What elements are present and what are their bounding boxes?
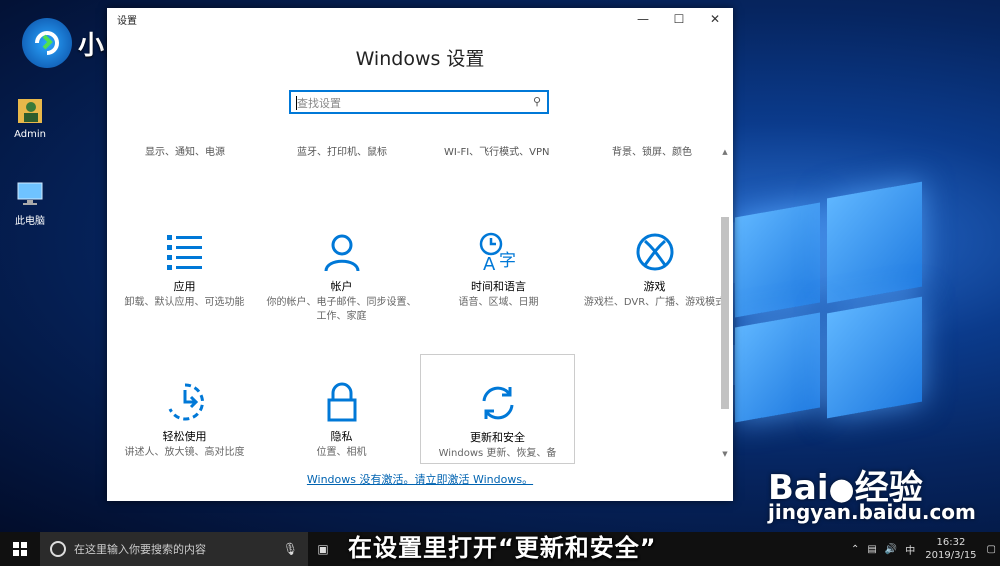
search-icon: ⚲ bbox=[532, 95, 541, 108]
tile-name: 时间和语言 bbox=[471, 280, 526, 293]
page-title: Windows 设置 bbox=[355, 48, 485, 70]
microphone-icon[interactable]: 🎙 bbox=[283, 542, 298, 556]
account-person-icon bbox=[264, 230, 419, 274]
tile-gaming[interactable]: 游戏 游戏栏、DVR、广播、游戏模式 bbox=[577, 230, 732, 310]
task-view-button[interactable]: ▣ bbox=[308, 542, 338, 556]
tile-desc: 语音、区域、日期 bbox=[458, 297, 539, 308]
windows-start-icon bbox=[13, 542, 27, 556]
desktop-icon-label: Admin bbox=[14, 129, 46, 140]
cut-off-desc: 蓝牙、打印机、鼠标 bbox=[297, 147, 387, 156]
cut-off-desc: 背景、锁屏、颜色 bbox=[612, 147, 692, 156]
tile-name: 帐户 bbox=[330, 280, 353, 293]
activate-windows-link[interactable]: Windows 没有激活。请立即激活 Windows。 bbox=[107, 471, 733, 487]
update-sync-icon bbox=[421, 381, 574, 425]
privacy-lock-icon bbox=[264, 380, 419, 424]
cut-off-desc: 显示、通知、电源 bbox=[145, 147, 225, 156]
ime-indicator[interactable]: 中 bbox=[905, 542, 915, 557]
subtitle-caption: 在设置里打开“更新和安全” bbox=[348, 534, 657, 562]
window-title: 设置 bbox=[117, 15, 137, 27]
desktop-icon-this-pc[interactable]: 此电脑 bbox=[5, 178, 55, 227]
close-icon: ✕ bbox=[709, 12, 721, 26]
title-bar: 设置 — ☐ ✕ bbox=[107, 8, 733, 30]
time-language-icon: A字 bbox=[421, 230, 576, 274]
tile-apps[interactable]: 应用 卸载、默认应用、可选功能 bbox=[107, 230, 262, 310]
tile-desc: 卸载、默认应用、可选功能 bbox=[124, 297, 245, 308]
tile-time-language[interactable]: A字 时间和语言 语音、区域、日期 bbox=[421, 230, 576, 310]
tile-name: 更新和安全 bbox=[470, 431, 525, 444]
desktop-icon-admin[interactable]: Admin bbox=[5, 95, 55, 140]
desktop-icon-label: 此电脑 bbox=[15, 216, 45, 227]
tile-name: 应用 bbox=[173, 280, 196, 293]
tile-name: 游戏 bbox=[643, 280, 666, 293]
maximize-icon: ☐ bbox=[673, 12, 685, 26]
scrollbar[interactable]: ▲ ▼ bbox=[719, 148, 731, 460]
tile-desc: 讲述人、放大镜、高对比度 bbox=[124, 447, 245, 458]
cut-off-row: 显示、通知、电源 蓝牙、打印机、鼠标 WI-FI、飞行模式、VPN 背景、锁屏、… bbox=[107, 146, 717, 156]
search-placeholder: 查找设置 bbox=[297, 97, 341, 110]
tile-update-security[interactable]: 更新和安全 Windows 更新、恢复、备 bbox=[420, 354, 575, 464]
cortana-icon bbox=[50, 541, 66, 557]
tile-desc: 你的帐户、电子邮件、同步设置、工作、家庭 bbox=[266, 297, 417, 322]
tile-desc: Windows 更新、恢复、备 bbox=[438, 448, 557, 459]
maximize-button[interactable]: ☐ bbox=[661, 8, 697, 30]
volume-icon[interactable]: 🔊 bbox=[885, 544, 897, 555]
tile-name: 轻松使用 bbox=[162, 430, 207, 443]
taskbar-search-placeholder: 在这里输入你要搜索的内容 bbox=[74, 543, 206, 556]
watermark-url: jingyan.baidu.com bbox=[768, 500, 976, 524]
scroll-down-icon[interactable]: ▼ bbox=[719, 450, 731, 460]
clock[interactable]: 16:32 2019/3/15 bbox=[925, 536, 976, 562]
chevron-up-icon[interactable]: ⌃ bbox=[851, 544, 859, 555]
apps-list-icon bbox=[107, 230, 262, 274]
tile-name: 隐私 bbox=[330, 430, 353, 443]
clock-date: 2019/3/15 bbox=[925, 550, 977, 561]
xbox-icon bbox=[577, 230, 732, 274]
cut-off-desc: WI-FI、飞行模式、VPN bbox=[444, 147, 550, 156]
settings-search-input[interactable]: 查找设置 ⚲ bbox=[289, 90, 549, 114]
scroll-up-icon[interactable]: ▲ bbox=[719, 148, 731, 158]
svg-text:字: 字 bbox=[499, 251, 516, 271]
ease-of-access-icon bbox=[107, 380, 262, 424]
user-folder-icon bbox=[15, 95, 45, 125]
minimize-icon: — bbox=[637, 12, 649, 26]
svg-text:A: A bbox=[483, 254, 496, 272]
clock-time: 16:32 bbox=[936, 537, 966, 548]
minimize-button[interactable]: — bbox=[625, 8, 661, 30]
tile-accounts[interactable]: 帐户 你的帐户、电子邮件、同步设置、工作、家庭 bbox=[264, 230, 419, 324]
tile-desc: 位置、相机 bbox=[316, 447, 367, 458]
notification-icon[interactable]: ▢ bbox=[987, 544, 996, 555]
tile-privacy[interactable]: 隐私 位置、相机 bbox=[264, 380, 419, 460]
start-button[interactable] bbox=[0, 532, 40, 566]
computer-icon bbox=[15, 178, 45, 208]
tile-ease-of-access[interactable]: 轻松使用 讲述人、放大镜、高对比度 bbox=[107, 380, 262, 460]
settings-window: 设置 — ☐ ✕ Windows 设置 查找设置 ⚲ 显示、通知、电源 蓝牙、打… bbox=[107, 8, 733, 501]
tile-desc: 游戏栏、DVR、广播、游戏模式 bbox=[583, 297, 726, 308]
system-tray: ⌃ ▤ 🔊 中 16:32 2019/3/15 ▢ bbox=[847, 536, 1000, 562]
network-icon[interactable]: ▤ bbox=[867, 544, 876, 555]
close-button[interactable]: ✕ bbox=[697, 8, 733, 30]
scroll-thumb[interactable] bbox=[721, 217, 729, 409]
taskbar-search[interactable]: 在这里输入你要搜索的内容 🎙 bbox=[40, 532, 308, 566]
brand-circle-icon bbox=[22, 18, 72, 68]
task-view-icon: ▣ bbox=[317, 542, 329, 556]
windows-logo-wallpaper bbox=[735, 180, 922, 450]
